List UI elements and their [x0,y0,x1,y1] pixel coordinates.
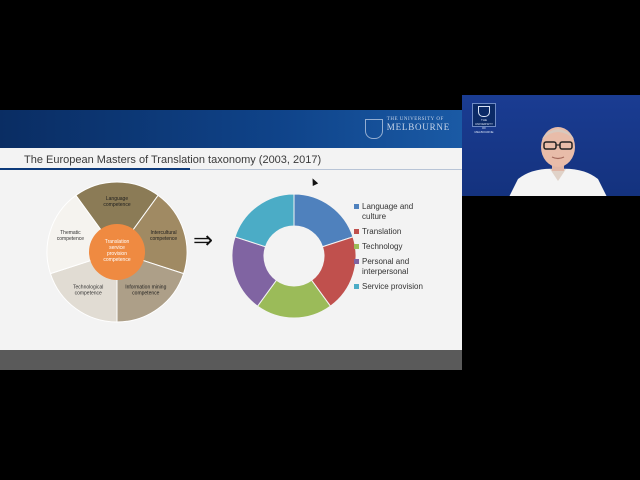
slide-title: The European Masters of Translation taxo… [24,154,322,166]
video-logo-line2: MELBOURNE [474,130,494,134]
video-university-logo: THE UNIVERSITY OF MELBOURNE [472,103,496,134]
legend-item: Technology [354,242,432,252]
wheel-segment-label: Intercultural competence [150,230,177,242]
emt-competence-wheel: Language competence Intercultural competenc… [46,181,188,323]
wheel-segment-label: Thematic competence [57,230,84,242]
legend-label: Service provision [362,282,423,291]
implies-arrow: ⇒ [193,227,214,254]
donut-chart [231,193,357,319]
legend-item: Translation [354,227,432,237]
donut-slice [293,193,354,248]
legend-item: Service provision [354,282,432,292]
presentation-slide: THE UNIVERSITY OF MELBOURNE The European… [0,110,462,370]
legend-label: Language and culture [362,202,414,221]
legend-item: Language and culture [354,202,432,222]
legend-label: Personal and interpersonal [362,257,410,276]
donut-slice [234,193,295,248]
slide-header-banner: THE UNIVERSITY OF MELBOURNE [0,110,462,148]
presenter-video: THE UNIVERSITY OF MELBOURNE [462,95,640,196]
legend-swatch [354,259,359,264]
crest-icon [478,106,490,117]
legend-swatch [354,284,359,289]
presenter-figure [509,127,607,196]
video-logo-line1: THE UNIVERSITY OF [474,118,493,130]
title-underline [0,168,190,170]
legend-swatch [354,229,359,234]
chart-legend: Language and culture Translation Technol… [354,202,432,297]
legend-label: Technology [362,242,403,251]
logo-line2: MELBOURNE [386,122,450,132]
mouse-cursor-icon [309,177,319,186]
wheel-center-label: Translation service provision competence [103,239,130,263]
crest-icon [364,119,383,139]
legend-label: Translation [362,227,402,236]
slide-footer-bar [0,350,462,370]
legend-swatch [354,244,359,249]
wheel-segment-label: Technological competence [73,285,103,297]
title-divider [190,169,462,170]
wheel-segment-label: Language competence [103,196,130,208]
legend-item: Personal and interpersonal [354,257,432,277]
legend-swatch [354,204,359,209]
university-logo: THE UNIVERSITY OF MELBOURNE [364,117,450,139]
